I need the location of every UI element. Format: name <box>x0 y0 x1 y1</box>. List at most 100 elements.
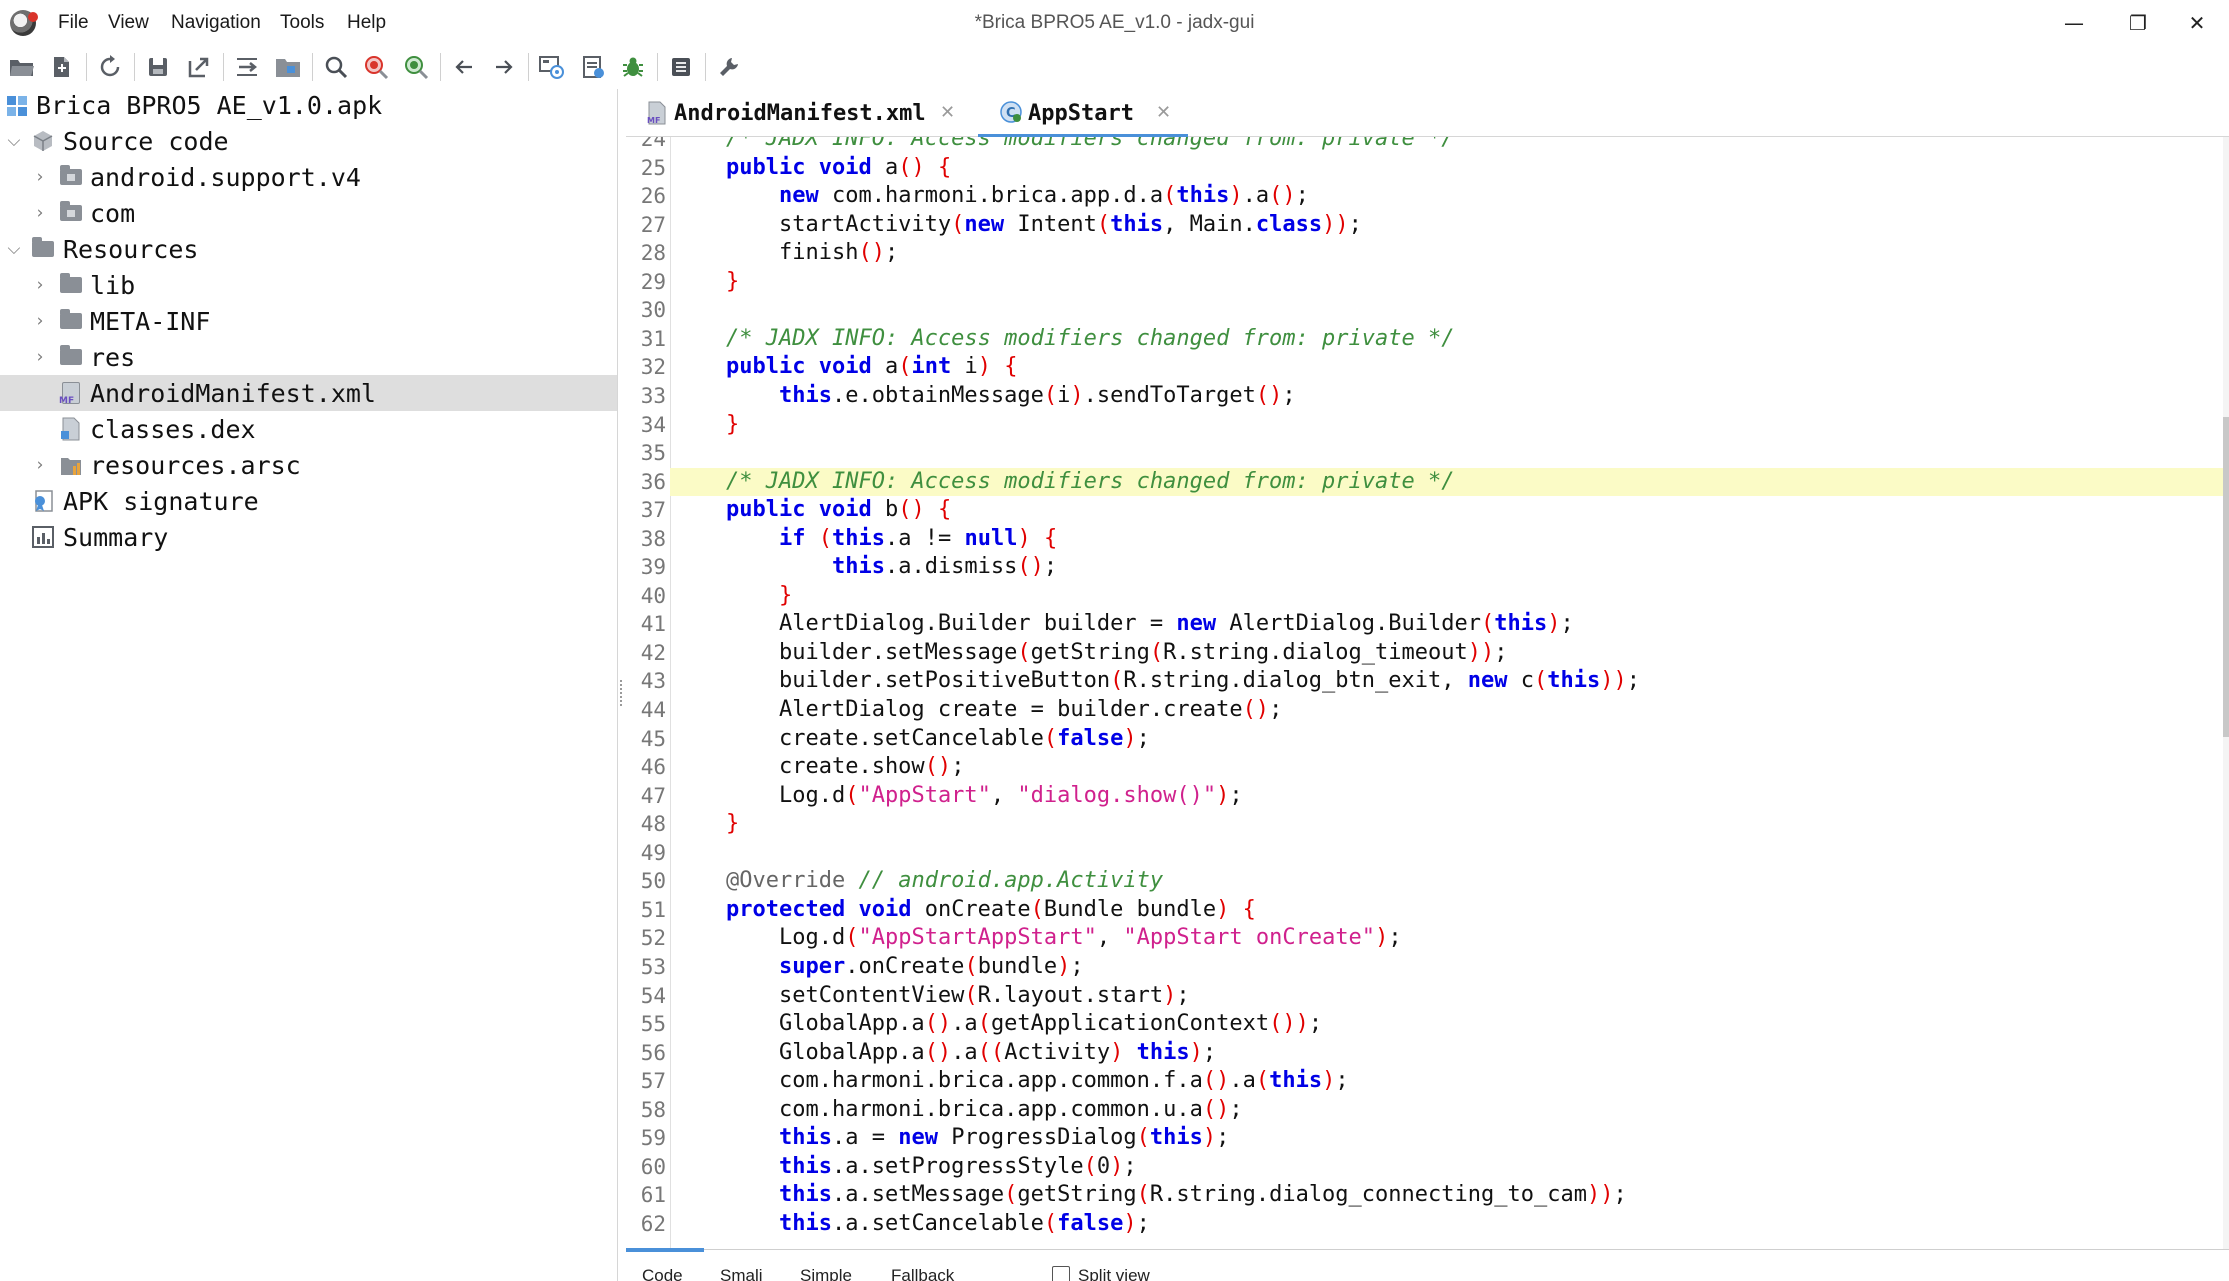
tree-item-classes-dex[interactable]: classes.dex <box>0 411 617 447</box>
code-editor[interactable]: 24 /* JADX INFO: Access modifiers changed… <box>626 137 2229 1249</box>
deobfuscation-icon[interactable] <box>536 51 568 83</box>
code-token: class <box>1255 211 1323 237</box>
code-token: ) <box>1375 925 1389 951</box>
minimize-button[interactable]: — <box>2042 0 2106 45</box>
code-token: @Override <box>726 868 846 894</box>
save-all-icon[interactable] <box>142 51 174 83</box>
restore-button[interactable]: ❐ <box>2106 0 2170 45</box>
code-text: if (this.a != null) { <box>726 525 1057 554</box>
scrollbar-thumb[interactable] <box>2223 417 2229 737</box>
code-token: } <box>726 811 740 837</box>
close-tab-icon[interactable]: ✕ <box>1156 102 1171 123</box>
chevron-right-icon[interactable]: › <box>30 167 50 187</box>
line-number: 35 <box>640 441 666 466</box>
open-file-icon[interactable] <box>6 51 38 83</box>
tree-item-meta-inf[interactable]: › META-INF <box>0 303 617 339</box>
code-token: { <box>1242 896 1256 922</box>
chevron-right-icon[interactable]: › <box>30 347 50 367</box>
tree-item-label: Resources <box>63 234 199 264</box>
code-token: AlertDialog.Builder builder = <box>726 611 1177 637</box>
search-usage-icon[interactable] <box>400 51 432 83</box>
tree-item-res[interactable]: › res <box>0 339 617 375</box>
tree-item-lib[interactable]: › lib <box>0 267 617 303</box>
tree-item-android-support-v4[interactable]: › android.support.v4 <box>0 159 617 195</box>
chevron-down-icon[interactable]: ⌵ <box>4 131 24 151</box>
menu-file[interactable]: File <box>58 12 89 34</box>
code-line: 33 this.e.obtainMessage(i).sendToTarget(… <box>626 382 2226 411</box>
code-text: } <box>726 411 739 440</box>
menu-help[interactable]: Help <box>347 12 386 34</box>
code-token: void <box>818 354 872 380</box>
export-icon[interactable] <box>183 51 215 83</box>
tab-fallback[interactable]: Fallback <box>891 1266 954 1281</box>
code-text: AlertDialog create = builder.create(); <box>726 696 1282 725</box>
log-viewer-icon[interactable] <box>665 51 697 83</box>
sync-tree-icon[interactable] <box>231 51 263 83</box>
code-token: com.harmoni.brica.app.common.f.a <box>726 1068 1203 1094</box>
preferences-wrench-icon[interactable] <box>713 51 745 83</box>
line-number: 42 <box>640 640 666 665</box>
tree-item-summary[interactable]: Summary <box>0 519 617 555</box>
chevron-right-icon[interactable]: › <box>30 203 50 223</box>
code-token: .a <box>951 1039 978 1065</box>
code-token: create.setCancelable <box>726 725 1044 751</box>
decompile-all-icon[interactable] <box>577 51 609 83</box>
code-line: 32 public void a(int i) { <box>626 353 2226 382</box>
vertical-scrollbar[interactable] <box>2223 137 2229 1249</box>
tab-code[interactable]: Code <box>642 1266 683 1281</box>
code-token: setContentView <box>726 982 965 1008</box>
tab-smali[interactable]: Smali <box>720 1266 763 1281</box>
code-token: this <box>1269 1068 1323 1094</box>
debug-bug-icon[interactable] <box>617 51 649 83</box>
split-view-checkbox[interactable] <box>1052 1266 1070 1281</box>
tree-item-com[interactable]: › com <box>0 195 617 231</box>
close-button[interactable]: ✕ <box>2165 0 2229 45</box>
chevron-right-icon[interactable]: › <box>30 275 50 295</box>
close-tab-icon[interactable]: ✕ <box>940 102 955 123</box>
code-token: ( <box>1030 896 1044 922</box>
code-text: GlobalApp.a().a((Activity) this); <box>726 1039 1216 1068</box>
code-token: () <box>1017 554 1044 580</box>
back-arrow-icon[interactable] <box>448 51 480 83</box>
code-token: ; <box>1560 611 1574 637</box>
line-number: 57 <box>640 1069 666 1094</box>
forward-arrow-icon[interactable] <box>488 51 520 83</box>
search-icon[interactable] <box>320 51 352 83</box>
code-token: public <box>726 354 806 380</box>
add-files-icon[interactable] <box>46 51 78 83</box>
splitter-grip-icon[interactable] <box>620 680 624 706</box>
tree-item-source-code[interactable]: ⌵ Source code <box>0 123 617 159</box>
tree-item-resources-arsc[interactable]: › resources.arsc <box>0 447 617 483</box>
search-class-icon[interactable] <box>360 51 392 83</box>
tree-item-androidmanifest[interactable]: MF AndroidManifest.xml <box>0 375 617 411</box>
flatten-packages-icon[interactable] <box>272 51 304 83</box>
tree-item-apk-signature[interactable]: APK signature <box>0 483 617 519</box>
chevron-right-icon[interactable]: › <box>30 311 50 331</box>
menu-view[interactable]: View <box>108 12 149 34</box>
code-token: .a <box>1229 1068 1256 1094</box>
menu-tools[interactable]: Tools <box>280 12 324 34</box>
sync-icon[interactable] <box>94 51 126 83</box>
tab-appstart[interactable]: C AppStart ✕ <box>978 89 1188 138</box>
tree-item-resources[interactable]: ⌵ Resources <box>0 231 617 267</box>
code-token: ) <box>1070 382 1084 408</box>
window-title: *Brica BPRO5 AE_v1.0 - jadx-gui <box>974 12 1255 33</box>
tab-simple[interactable]: Simple <box>800 1266 852 1281</box>
line-number: 33 <box>640 383 666 408</box>
tree-item-apk[interactable]: Brica BPRO5 AE_v1.0.apk <box>0 87 617 123</box>
tree-item-label: lib <box>90 270 136 300</box>
chevron-right-icon[interactable]: › <box>30 455 50 475</box>
line-number: 37 <box>640 498 666 523</box>
apk-icon <box>6 95 28 117</box>
code-text: } <box>726 268 739 297</box>
chevron-down-icon[interactable]: ⌵ <box>4 239 24 259</box>
code-token: public <box>726 497 806 523</box>
code-token: com.harmoni.brica.app.d.a <box>818 183 1164 209</box>
tab-androidmanifest[interactable]: MF AndroidManifest.xml ✕ <box>626 89 964 137</box>
code-token: Log.d <box>726 925 846 951</box>
menu-navigation[interactable]: Navigation <box>171 12 261 34</box>
